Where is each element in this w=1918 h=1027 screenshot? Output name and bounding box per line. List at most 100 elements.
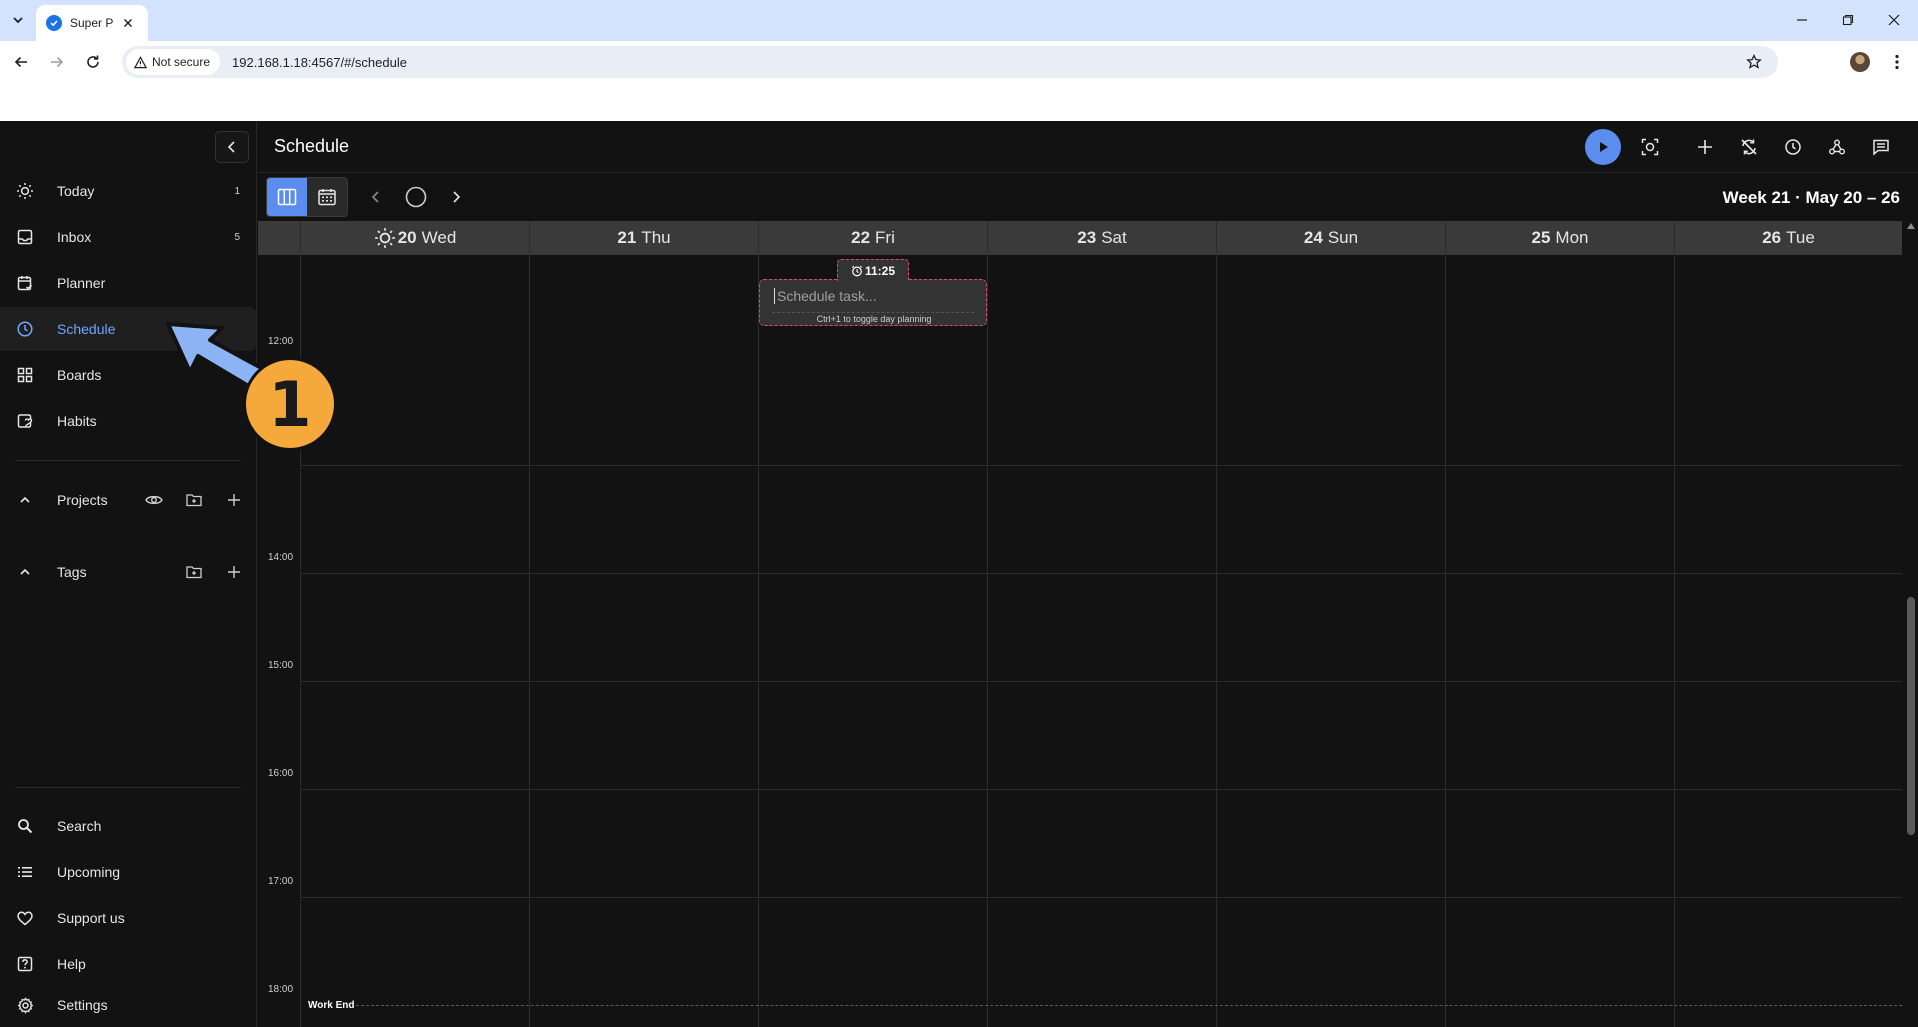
today-button[interactable] xyxy=(402,183,430,211)
sidebar-item-support[interactable]: Support us xyxy=(0,896,256,940)
schedule-grid[interactable]: 12:00 14:00 15:00 16:00 17:00 18:00 Work… xyxy=(258,255,1902,1027)
sidebar-item-search[interactable]: Search xyxy=(0,804,256,848)
plugins-button[interactable] xyxy=(1823,133,1851,161)
new-folder-icon[interactable] xyxy=(180,486,208,514)
play-button[interactable] xyxy=(1585,129,1621,165)
day-number: 20 xyxy=(397,228,417,247)
url-text: 192.168.1.18:4567/#/schedule xyxy=(232,54,407,70)
chevron-up-icon[interactable] xyxy=(16,491,34,509)
week-label: Week 21 · May 20 – 26 xyxy=(1722,188,1900,207)
sun-icon xyxy=(16,182,34,200)
main-header: Schedule xyxy=(258,121,1918,173)
sync-disabled-button[interactable] xyxy=(1735,133,1763,161)
minimize-icon[interactable] xyxy=(1788,8,1816,32)
sidebar-divider xyxy=(15,460,241,461)
comment-icon xyxy=(1873,139,1889,156)
reload-icon[interactable] xyxy=(82,51,104,73)
focus-mode-button[interactable] xyxy=(1636,133,1664,161)
inbox-icon xyxy=(16,228,34,246)
restore-icon[interactable] xyxy=(1834,8,1862,32)
week-view-button[interactable] xyxy=(267,178,307,216)
list-icon xyxy=(16,863,34,881)
grid-column-line xyxy=(987,255,988,1027)
previous-week-button[interactable] xyxy=(362,183,390,211)
grid-column-line xyxy=(529,255,530,1027)
browser-toolbar: Not secure 192.168.1.18:4567/#/schedule xyxy=(0,41,1918,82)
chevron-up-icon[interactable] xyxy=(16,563,34,581)
columns-icon xyxy=(277,188,297,206)
day-header-tue[interactable]: 26 Tue xyxy=(1674,221,1902,255)
scroll-thumb[interactable] xyxy=(1907,597,1915,835)
sidebar-item-help[interactable]: Help xyxy=(0,942,256,986)
work-end-line xyxy=(356,1005,1902,1006)
grid-scrollbar[interactable] xyxy=(1904,221,1918,1027)
day-header-row: 20 Wed 21 Thu 22 Fri 23 Sat 24 Sun 25 Mo… xyxy=(258,221,1902,255)
chevron-right-icon xyxy=(453,191,461,203)
day-number: 25 xyxy=(1531,228,1551,247)
day-header-sat[interactable]: 23 Sat xyxy=(987,221,1216,255)
grid-hour-line xyxy=(300,465,1902,466)
collapse-sidebar-button[interactable] xyxy=(215,131,249,163)
window-close-icon[interactable] xyxy=(1880,8,1908,32)
address-bar[interactable]: Not secure 192.168.1.18:4567/#/schedule xyxy=(122,46,1778,78)
sidebar-divider xyxy=(15,787,241,788)
sidebar-item-today[interactable]: Today 1 xyxy=(0,169,256,213)
tags-section-header[interactable]: Tags xyxy=(0,552,256,592)
add-tag-icon[interactable] xyxy=(220,558,248,586)
work-end-label: Work End xyxy=(308,1000,355,1011)
add-task-button[interactable] xyxy=(1691,133,1719,161)
notes-button[interactable] xyxy=(1867,133,1895,161)
eye-icon[interactable] xyxy=(140,486,168,514)
next-week-button[interactable] xyxy=(442,183,470,211)
sidebar-item-label: Inbox xyxy=(57,229,92,245)
sidebar-item-upcoming[interactable]: Upcoming xyxy=(0,850,256,894)
day-name: Sun xyxy=(1327,228,1359,247)
sidebar-item-habits[interactable]: Habits xyxy=(0,399,256,443)
schedule-task-hint: Ctrl+1 to toggle day planning xyxy=(816,314,932,324)
calendar-toolbar: Week 21 · May 20 – 26 xyxy=(258,173,1918,221)
projects-section-header[interactable]: Projects xyxy=(0,480,256,520)
main-panel: Schedule Week 21 · May 20 – 26 20 Wed 21… xyxy=(258,121,1918,1027)
day-number: 26 xyxy=(1762,228,1782,247)
bookmark-star-icon[interactable] xyxy=(1744,52,1764,72)
sidebar-item-settings[interactable]: Settings xyxy=(0,983,256,1027)
day-header-fri[interactable]: 22 Fri xyxy=(758,221,987,255)
time-label: 18:00 xyxy=(268,984,294,995)
browser-tab-active[interactable]: Super Pr xyxy=(36,5,148,41)
schedule-task-input[interactable] xyxy=(774,288,974,304)
day-header-sun[interactable]: 24 Sun xyxy=(1216,221,1445,255)
sidebar-item-planner[interactable]: Planner xyxy=(0,261,256,305)
app-root: Today 1 Inbox 5 Planner Schedule Boards … xyxy=(0,121,1918,1027)
day-header-mon[interactable]: 25 Mon xyxy=(1445,221,1674,255)
day-name: Thu xyxy=(641,228,671,247)
view-toggle xyxy=(266,177,348,217)
warning-icon xyxy=(134,55,147,68)
today-sun-icon xyxy=(374,227,396,249)
scroll-up-arrow[interactable] xyxy=(1907,223,1915,229)
tab-close-icon[interactable] xyxy=(120,15,136,31)
day-number: 21 xyxy=(617,228,637,247)
page-title: Schedule xyxy=(274,136,350,156)
sync-off-icon xyxy=(1741,139,1757,155)
kebab-menu-icon[interactable] xyxy=(1886,51,1908,73)
back-arrow-icon[interactable] xyxy=(10,51,32,73)
day-header-thu[interactable]: 21 Thu xyxy=(529,221,758,255)
profile-avatar[interactable] xyxy=(1850,52,1870,72)
time-tracking-button[interactable] xyxy=(1779,133,1807,161)
security-chip[interactable]: Not secure xyxy=(126,49,221,75)
webhook-icon xyxy=(1829,139,1845,155)
tab-search-chevron-icon[interactable] xyxy=(8,10,28,30)
chevron-left-icon xyxy=(371,191,379,203)
schedule-time: 11:25 xyxy=(864,263,896,278)
forward-arrow-icon[interactable] xyxy=(46,51,68,73)
day-header-wed[interactable]: 20 Wed xyxy=(300,221,529,255)
grid-hour-line xyxy=(300,897,1902,898)
annotation-step-badge: 1 xyxy=(243,357,337,451)
month-view-button[interactable] xyxy=(307,178,347,216)
sidebar-item-count: 5 xyxy=(234,231,240,243)
sidebar-item-inbox[interactable]: Inbox 5 xyxy=(0,215,256,259)
gear-icon xyxy=(16,996,34,1014)
add-project-icon[interactable] xyxy=(220,486,248,514)
grid-icon xyxy=(16,366,34,384)
new-folder-icon[interactable] xyxy=(180,558,208,586)
